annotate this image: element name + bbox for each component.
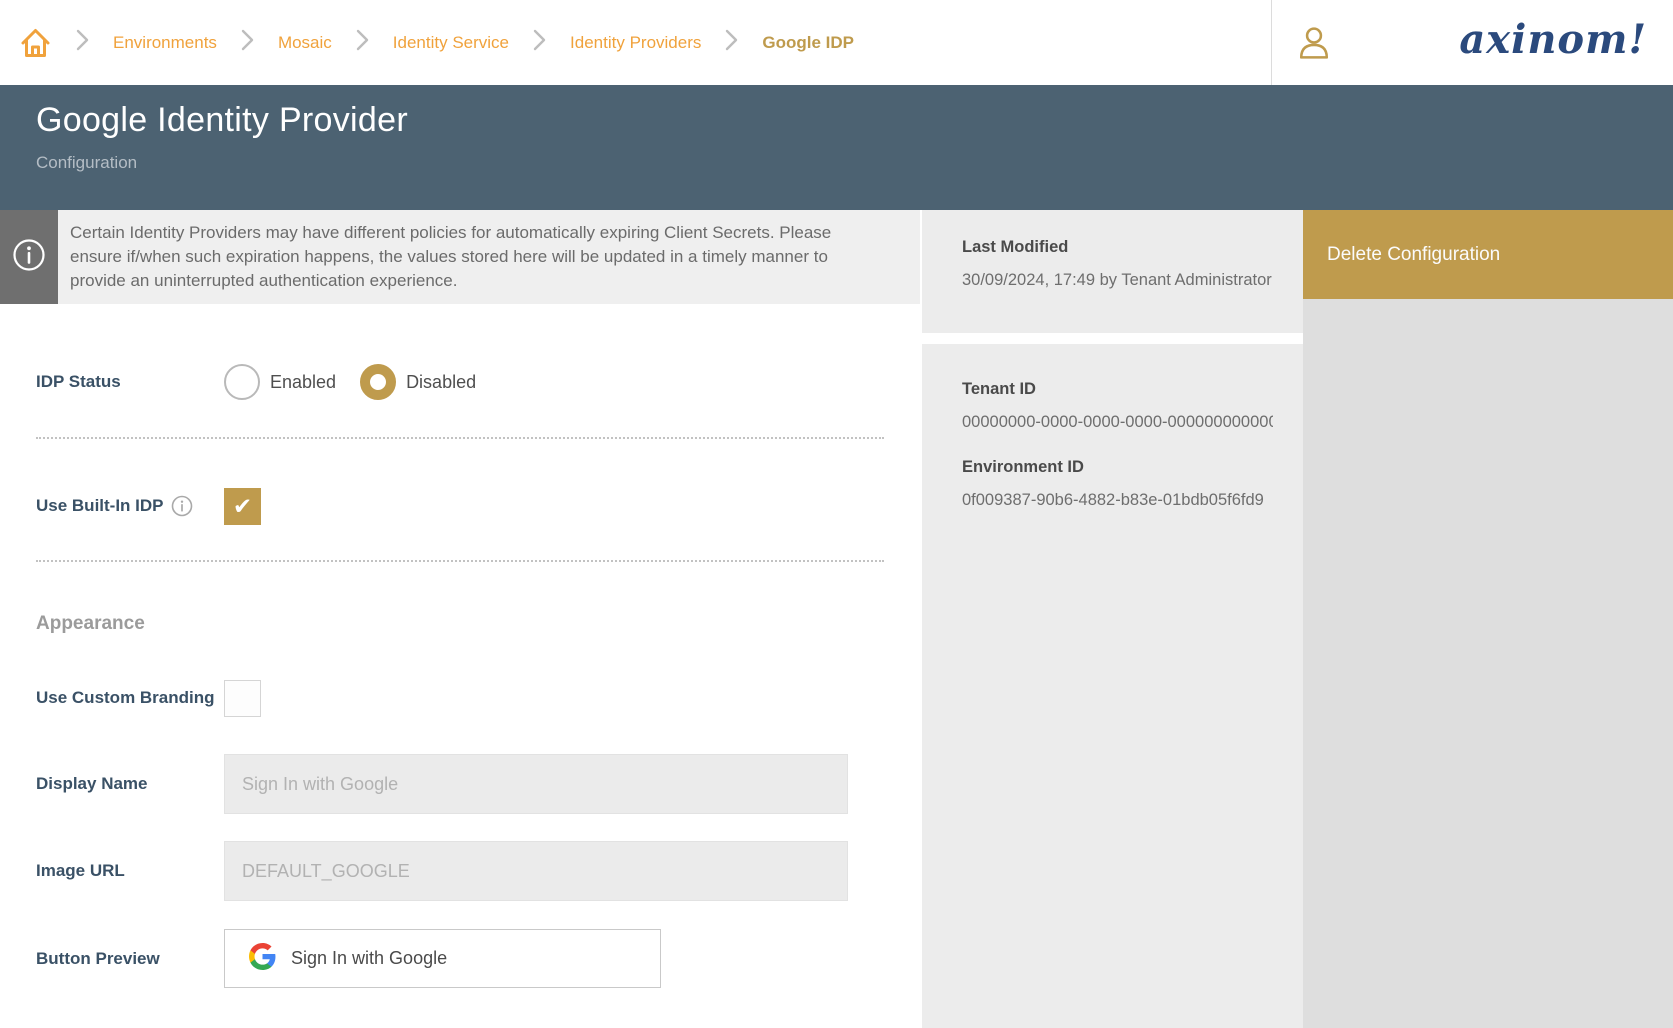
radio-enabled-circle[interactable]	[224, 364, 260, 400]
page-subtitle: Configuration	[36, 153, 137, 173]
info-banner: Certain Identity Providers may have diff…	[0, 210, 920, 304]
info-banner-text: Certain Identity Providers may have diff…	[70, 221, 872, 293]
last-modified-value: 30/09/2024, 17:49 by Tenant Administrato…	[962, 271, 1273, 290]
breadcrumb-item-identity-providers[interactable]: Identity Providers	[570, 33, 701, 53]
radio-enabled[interactable]: Enabled	[224, 364, 336, 400]
google-sign-in-button-preview[interactable]: Sign In with Google	[224, 929, 661, 988]
image-url-label: Image URL	[0, 860, 224, 882]
chevron-right-icon	[725, 29, 738, 56]
ids-panel: Tenant ID 00000000-0000-0000-0000-000000…	[922, 344, 1303, 1028]
topbar: Environments Mosaic Identity Service Ide…	[0, 0, 1673, 85]
breadcrumb-item-mosaic[interactable]: Mosaic	[278, 33, 332, 53]
last-modified-label: Last Modified	[962, 238, 1273, 257]
info-icon	[12, 238, 46, 277]
tenant-id-label: Tenant ID	[962, 380, 1273, 399]
axinom-logo: axinom!	[1459, 16, 1647, 63]
environment-id-label: Environment ID	[962, 458, 1273, 477]
radio-enabled-label: Enabled	[270, 372, 336, 393]
last-modified-panel: Last Modified 30/09/2024, 17:49 by Tenan…	[922, 210, 1303, 333]
radio-disabled-circle[interactable]	[360, 364, 396, 400]
appearance-section-title: Appearance	[36, 613, 145, 635]
use-custom-branding-label: Use Custom Branding	[0, 687, 224, 709]
info-sidebar: Last Modified 30/09/2024, 17:49 by Tenan…	[922, 210, 1303, 1028]
info-tooltip-icon[interactable]	[171, 495, 193, 517]
main-form: Certain Identity Providers may have diff…	[0, 210, 920, 1028]
separator	[36, 437, 884, 439]
display-name-row: Display Name	[0, 754, 848, 814]
delete-configuration-button[interactable]: Delete Configuration	[1303, 210, 1673, 299]
button-preview-label: Button Preview	[0, 948, 224, 970]
idp-status-radio-group: Enabled Disabled	[224, 364, 476, 400]
button-preview-row: Button Preview Sign In with Google	[0, 929, 661, 988]
tenant-id-value: 00000000-0000-0000-0000-000000000000	[962, 413, 1273, 432]
info-banner-body: Certain Identity Providers may have diff…	[58, 210, 920, 304]
chevron-right-icon	[533, 29, 546, 56]
chevron-right-icon	[356, 29, 369, 56]
topbar-divider	[1271, 0, 1272, 85]
breadcrumb-current: Google IDP	[762, 33, 854, 53]
chevron-right-icon	[76, 29, 89, 56]
checkmark-icon: ✔	[233, 493, 252, 520]
page-header: Google Identity Provider Configuration	[0, 85, 1673, 210]
radio-disabled[interactable]: Disabled	[360, 364, 476, 400]
breadcrumb-item-identity-service[interactable]: Identity Service	[393, 33, 509, 53]
chevron-right-icon	[241, 29, 254, 56]
use-custom-branding-row: Use Custom Branding	[0, 672, 261, 724]
environment-id-value: 0f009387-90b6-4882-b83e-01bdb05f6fd9	[962, 491, 1273, 510]
display-name-input[interactable]	[224, 754, 848, 814]
info-banner-iconbox	[0, 210, 58, 304]
use-custom-branding-checkbox[interactable]	[224, 680, 261, 717]
separator	[36, 560, 884, 562]
image-url-input[interactable]	[224, 841, 848, 901]
use-built-in-label-wrap: Use Built-In IDP	[0, 495, 224, 517]
page-title: Google Identity Provider	[36, 101, 408, 140]
display-name-label: Display Name	[0, 773, 224, 795]
radio-disabled-label: Disabled	[406, 372, 476, 393]
home-icon[interactable]	[19, 25, 52, 60]
google-g-icon	[249, 943, 276, 975]
breadcrumb-item-environments[interactable]: Environments	[113, 33, 217, 53]
user-icon[interactable]	[1298, 26, 1330, 58]
image-url-row: Image URL	[0, 841, 848, 901]
app-root: Environments Mosaic Identity Service Ide…	[0, 0, 1673, 1028]
idp-status-row: IDP Status Enabled Disabled	[0, 362, 476, 402]
content: Certain Identity Providers may have diff…	[0, 210, 1673, 1028]
action-column: Delete Configuration	[1303, 210, 1673, 1028]
use-built-in-checkbox[interactable]: ✔	[224, 488, 261, 525]
use-built-in-row: Use Built-In IDP ✔	[0, 486, 261, 526]
breadcrumb: Environments Mosaic Identity Service Ide…	[19, 0, 854, 85]
idp-status-label: IDP Status	[0, 371, 224, 393]
use-built-in-label: Use Built-In IDP	[36, 495, 164, 517]
google-sign-in-button-text: Sign In with Google	[291, 948, 447, 969]
